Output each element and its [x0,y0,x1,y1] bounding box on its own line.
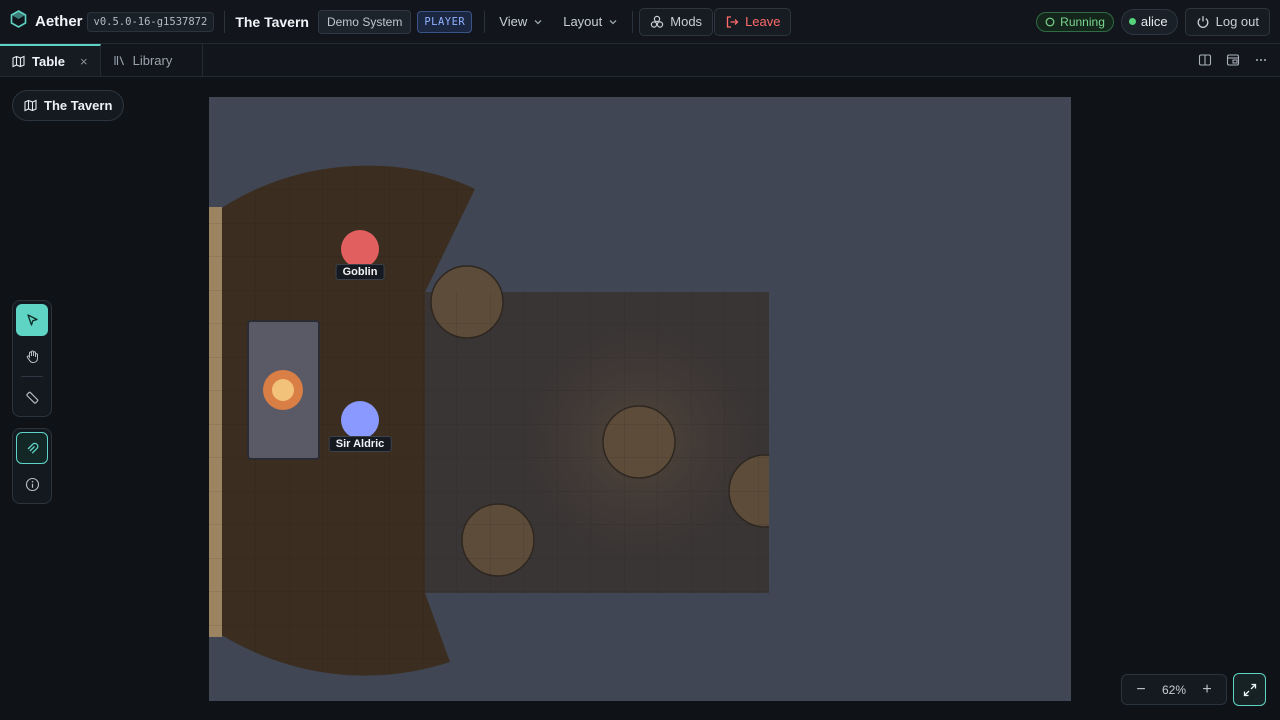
scene-selector[interactable]: The Tavern [12,90,125,121]
online-dot-icon [1128,18,1136,25]
layout-menu[interactable]: Layout [555,8,626,36]
tab-table[interactable]: Table × [0,44,101,76]
map-canvas [209,165,1071,676]
split-view-icon[interactable] [1198,53,1212,67]
leave-button[interactable]: Leave [714,7,792,36]
leave-icon [726,15,739,28]
mods-label: Mods [670,14,703,29]
battle-map[interactable]: Goblin Sir Aldric [209,97,1071,701]
power-icon [1197,15,1209,28]
select-tool-button[interactable] [16,304,48,336]
zoom-level: 62% [1161,682,1187,697]
status-circle-icon [1045,17,1055,26]
map-icon [24,99,37,112]
tab-bar: Table × Library [0,44,1280,77]
role-badge: PLAYER [417,10,473,33]
chevron-down-icon [609,19,617,24]
token-sir-aldric [341,401,379,439]
status-badge: Running [1036,11,1114,32]
session-controls: Running alice Log out [1036,7,1270,36]
divider [21,376,43,377]
map-icon [12,55,25,67]
mods-button[interactable]: Mods [639,7,714,36]
close-icon[interactable]: × [80,54,88,69]
pan-tool-button[interactable] [16,340,48,372]
divider [484,10,486,33]
view-menu[interactable]: View [491,8,551,36]
tab-library[interactable]: Library [101,44,203,76]
system-badge: Demo System [317,9,412,34]
select-pointer-icon [26,313,38,326]
chevron-down-icon [534,19,542,24]
logout-button[interactable]: Log out [1184,7,1270,36]
popout-window-icon[interactable] [1226,53,1240,67]
divider [224,10,226,33]
expand-icon [1243,683,1256,696]
zoom-out-button[interactable]: − [1128,677,1154,703]
divider [632,10,634,33]
zoom-in-button[interactable]: + [1194,677,1220,703]
measure-ruler-icon [25,391,38,404]
layout-menu-label: Layout [563,14,603,29]
fit-view-button[interactable] [1233,673,1266,706]
table-workspace[interactable]: The Tavern Goblin Sir Aldric − 62% + [0,78,1280,720]
status-label: Running [1060,14,1105,29]
more-options-icon[interactable] [1254,53,1268,67]
table-title: The Tavern [235,13,309,30]
token-goblin [341,230,379,268]
view-menu-label: View [499,14,528,29]
top-bar: Aether v0.5.0-16-g1537872 The Tavern Dem… [0,0,1280,44]
brand-name: Aether [35,13,83,30]
logout-label: Log out [1215,14,1259,29]
token-label-goblin[interactable]: Goblin [335,264,385,280]
brand[interactable]: Aether [10,10,83,33]
version-badge: v0.5.0-16-g1537872 [86,11,215,32]
zoom-controls: − 62% + [1121,673,1266,706]
measure-tool-button[interactable] [16,381,48,413]
pan-hand-icon [26,350,38,363]
leave-label: Leave [745,14,781,29]
tool-palette-secondary [12,428,52,504]
info-icon [25,477,39,491]
tool-palette [12,300,52,417]
snap-magnet-icon [27,442,38,454]
token-label-sir-aldric[interactable]: Sir Aldric [328,436,392,452]
scene-name: The Tavern [44,98,113,113]
info-button[interactable] [16,468,48,500]
aether-logo-icon [10,10,27,33]
mods-icon [651,15,664,28]
tab-table-label: Table [32,53,65,69]
username: alice [1140,14,1168,29]
tab-library-label: Library [132,52,173,68]
library-icon [114,55,124,65]
snap-tool-button[interactable] [16,432,48,464]
user-badge[interactable]: alice [1120,8,1178,35]
zoom-group: − 62% + [1121,674,1227,705]
tab-actions [1198,44,1280,76]
